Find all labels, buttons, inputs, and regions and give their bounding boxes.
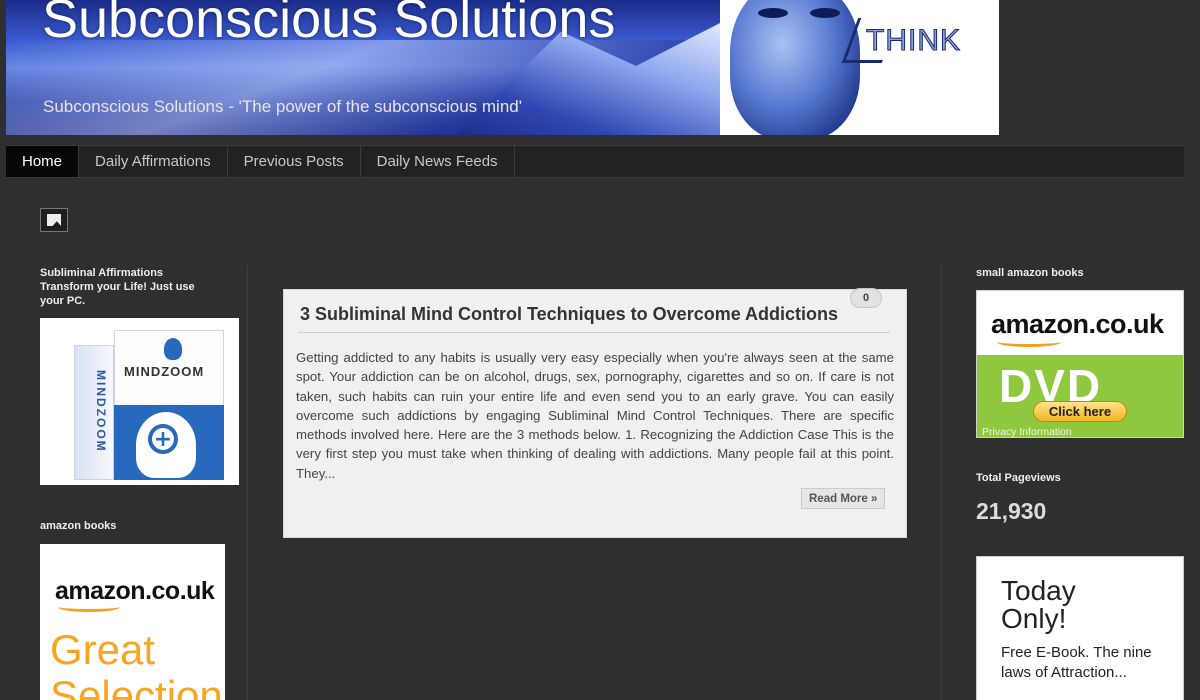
pageviews-count: 21,930 <box>976 498 1047 524</box>
comment-count-badge[interactable]: 0 <box>850 288 882 308</box>
column-divider-left <box>247 265 248 700</box>
post-card: 0 3 Subliminal Mind Control Techniques t… <box>283 288 907 538</box>
post-title[interactable]: 3 Subliminal Mind Control Techniques to … <box>300 304 838 325</box>
widget-subtitle: Transform your Life! Just use your PC. <box>40 281 195 307</box>
face-head-graphic <box>730 0 860 135</box>
amazon-smile-icon <box>58 602 120 612</box>
banner-face-image <box>720 0 999 135</box>
read-more-button[interactable]: Read More » <box>801 488 886 509</box>
promo-text: Free E-Book. The nine laws of Attraction… <box>1001 644 1152 681</box>
banner-think-word: THINK <box>866 24 961 58</box>
mindzoom-plus-icon: + <box>148 424 178 454</box>
amazon-banner-line2: Selection <box>50 672 223 700</box>
nav-home[interactable]: Home <box>6 146 80 177</box>
widget-title: Subliminal Affirmations <box>40 267 164 279</box>
amazon-privacy-link[interactable]: Privacy Information <box>982 426 1072 437</box>
column-divider-right <box>941 265 942 700</box>
pageviews-label: Total Pageviews <box>976 472 1061 484</box>
nav-previous-posts[interactable]: Previous Posts <box>228 146 361 177</box>
amazon-dvd-banner[interactable]: amazon.co.uk DVD Click here Privacy Info… <box>976 290 1184 438</box>
promo-headline-line2: Only! <box>1001 603 1067 634</box>
site-title[interactable]: Subconscious Solutions <box>42 0 615 50</box>
main-nav: Home Daily Affirmations Previous Posts D… <box>6 145 1184 178</box>
image-placeholder-icon[interactable] <box>40 208 68 232</box>
site-tagline: Subconscious Solutions - 'The power of t… <box>43 97 522 116</box>
amazon-click-here-button[interactable]: Click here <box>1033 401 1127 422</box>
nav-daily-news-feeds[interactable]: Daily News Feeds <box>361 146 515 177</box>
promo-headline-line1: Today <box>1001 575 1076 606</box>
header-banner[interactable]: THINK Subconscious Solutions Subconsciou… <box>6 0 999 135</box>
widget-small-amazon-books-title: small amazon books <box>976 267 1084 279</box>
post-title-divider <box>298 332 890 333</box>
mindzoom-box: MINDZOOM + MINDZOOM <box>66 330 224 480</box>
promo-headline: Today Only! <box>1001 577 1076 633</box>
widget-subliminal-affirmations: Subliminal Affirmations Transform your L… <box>40 266 210 308</box>
amazon-books-banner[interactable]: amazon.co.uk Great Selection <box>40 544 225 700</box>
face-eye-left <box>758 8 788 18</box>
mindzoom-product-image[interactable]: MINDZOOM + MINDZOOM <box>40 318 239 485</box>
widget-amazon-books-title: amazon books <box>40 520 117 532</box>
face-eye-right <box>810 8 840 18</box>
amazon-banner-line1: Great <box>50 626 156 673</box>
mindzoom-vertical-brand: MINDZOOM <box>94 370 108 453</box>
promo-ebook-widget[interactable]: Today Only! Free E-Book. The nine laws o… <box>976 556 1184 700</box>
mindzoom-bulb-icon <box>164 338 182 360</box>
mindzoom-brand: MINDZOOM <box>124 364 205 379</box>
amazon-logo: amazon.co.uk <box>991 309 1164 339</box>
amazon-smile-icon <box>997 337 1061 347</box>
nav-daily-affirmations[interactable]: Daily Affirmations <box>79 146 228 177</box>
post-excerpt: Getting addicted to any habits is usuall… <box>296 350 894 481</box>
